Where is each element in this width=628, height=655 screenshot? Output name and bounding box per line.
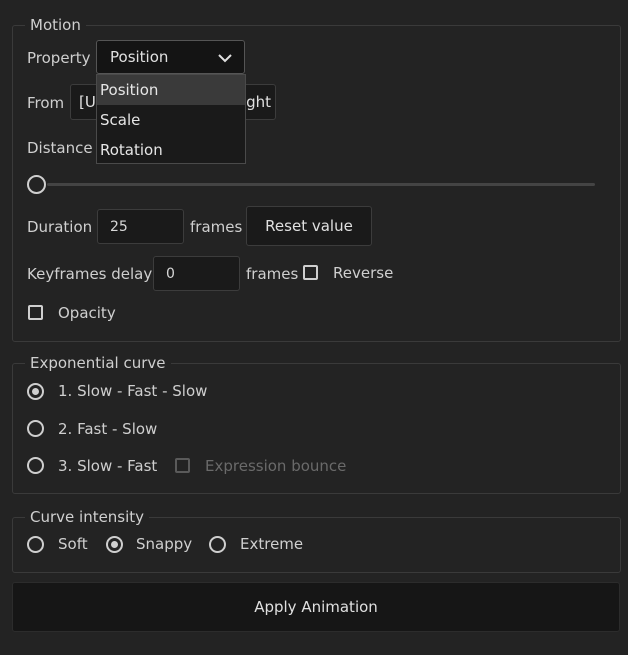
distance-label: Distance [27, 139, 93, 157]
property-select[interactable]: Position [96, 40, 245, 74]
motion-legend: Motion [30, 16, 81, 34]
duration-input[interactable] [97, 209, 184, 244]
expression-bounce-checkbox[interactable] [175, 458, 190, 473]
curve-radio-slow-fast-slow[interactable] [27, 383, 44, 400]
menu-item-scale[interactable]: Scale [97, 105, 245, 135]
keyframes-delay-input[interactable] [153, 256, 240, 291]
expression-bounce-label: Expression bounce [205, 457, 347, 475]
menu-item-rotation[interactable]: Rotation [97, 135, 245, 165]
duration-label: Duration [27, 218, 93, 236]
menu-item-position[interactable]: Position [97, 75, 245, 105]
slider-thumb[interactable] [27, 175, 46, 194]
curve-option-label: 1. Slow - Fast - Slow [58, 382, 208, 400]
chevron-down-icon [218, 54, 232, 63]
apply-animation-button[interactable]: Apply Animation [12, 582, 620, 632]
curve-legend: Exponential curve [30, 354, 166, 372]
reverse-label: Reverse [333, 264, 394, 282]
property-label: Property [27, 49, 91, 67]
intensity-label-extreme: Extreme [240, 535, 304, 553]
intensity-radio-extreme[interactable] [209, 536, 226, 553]
intensity-legend: Curve intensity [30, 508, 145, 526]
curve-radio-slow-fast[interactable] [27, 457, 44, 474]
opacity-label: Opacity [58, 304, 116, 322]
distance-slider[interactable] [27, 175, 597, 195]
from-value-end: ght [246, 93, 271, 111]
intensity-label-soft: Soft [58, 535, 88, 553]
intensity-label-snappy: Snappy [136, 535, 193, 553]
property-dropdown-menu: Position Scale Rotation [96, 74, 246, 164]
reset-value-button[interactable]: Reset value [246, 206, 372, 246]
delay-frames-label: frames [246, 265, 299, 283]
duration-frames-label: frames [190, 218, 243, 236]
intensity-radio-soft[interactable] [27, 536, 44, 553]
curve-option-label: 2. Fast - Slow [58, 420, 158, 438]
slider-track [47, 183, 595, 186]
curve-radio-fast-slow[interactable] [27, 420, 44, 437]
keyframes-delay-label: Keyframes delay [27, 265, 153, 283]
intensity-radio-snappy[interactable] [106, 536, 123, 553]
property-selected-value: Position [110, 48, 169, 66]
opacity-checkbox[interactable] [28, 305, 43, 320]
curve-intensity-group: Curve intensity [12, 508, 621, 573]
reverse-checkbox[interactable] [303, 265, 318, 280]
from-value-start: [U [79, 93, 96, 111]
curve-option-label: 3. Slow - Fast [58, 457, 158, 475]
from-label: From [27, 94, 65, 112]
